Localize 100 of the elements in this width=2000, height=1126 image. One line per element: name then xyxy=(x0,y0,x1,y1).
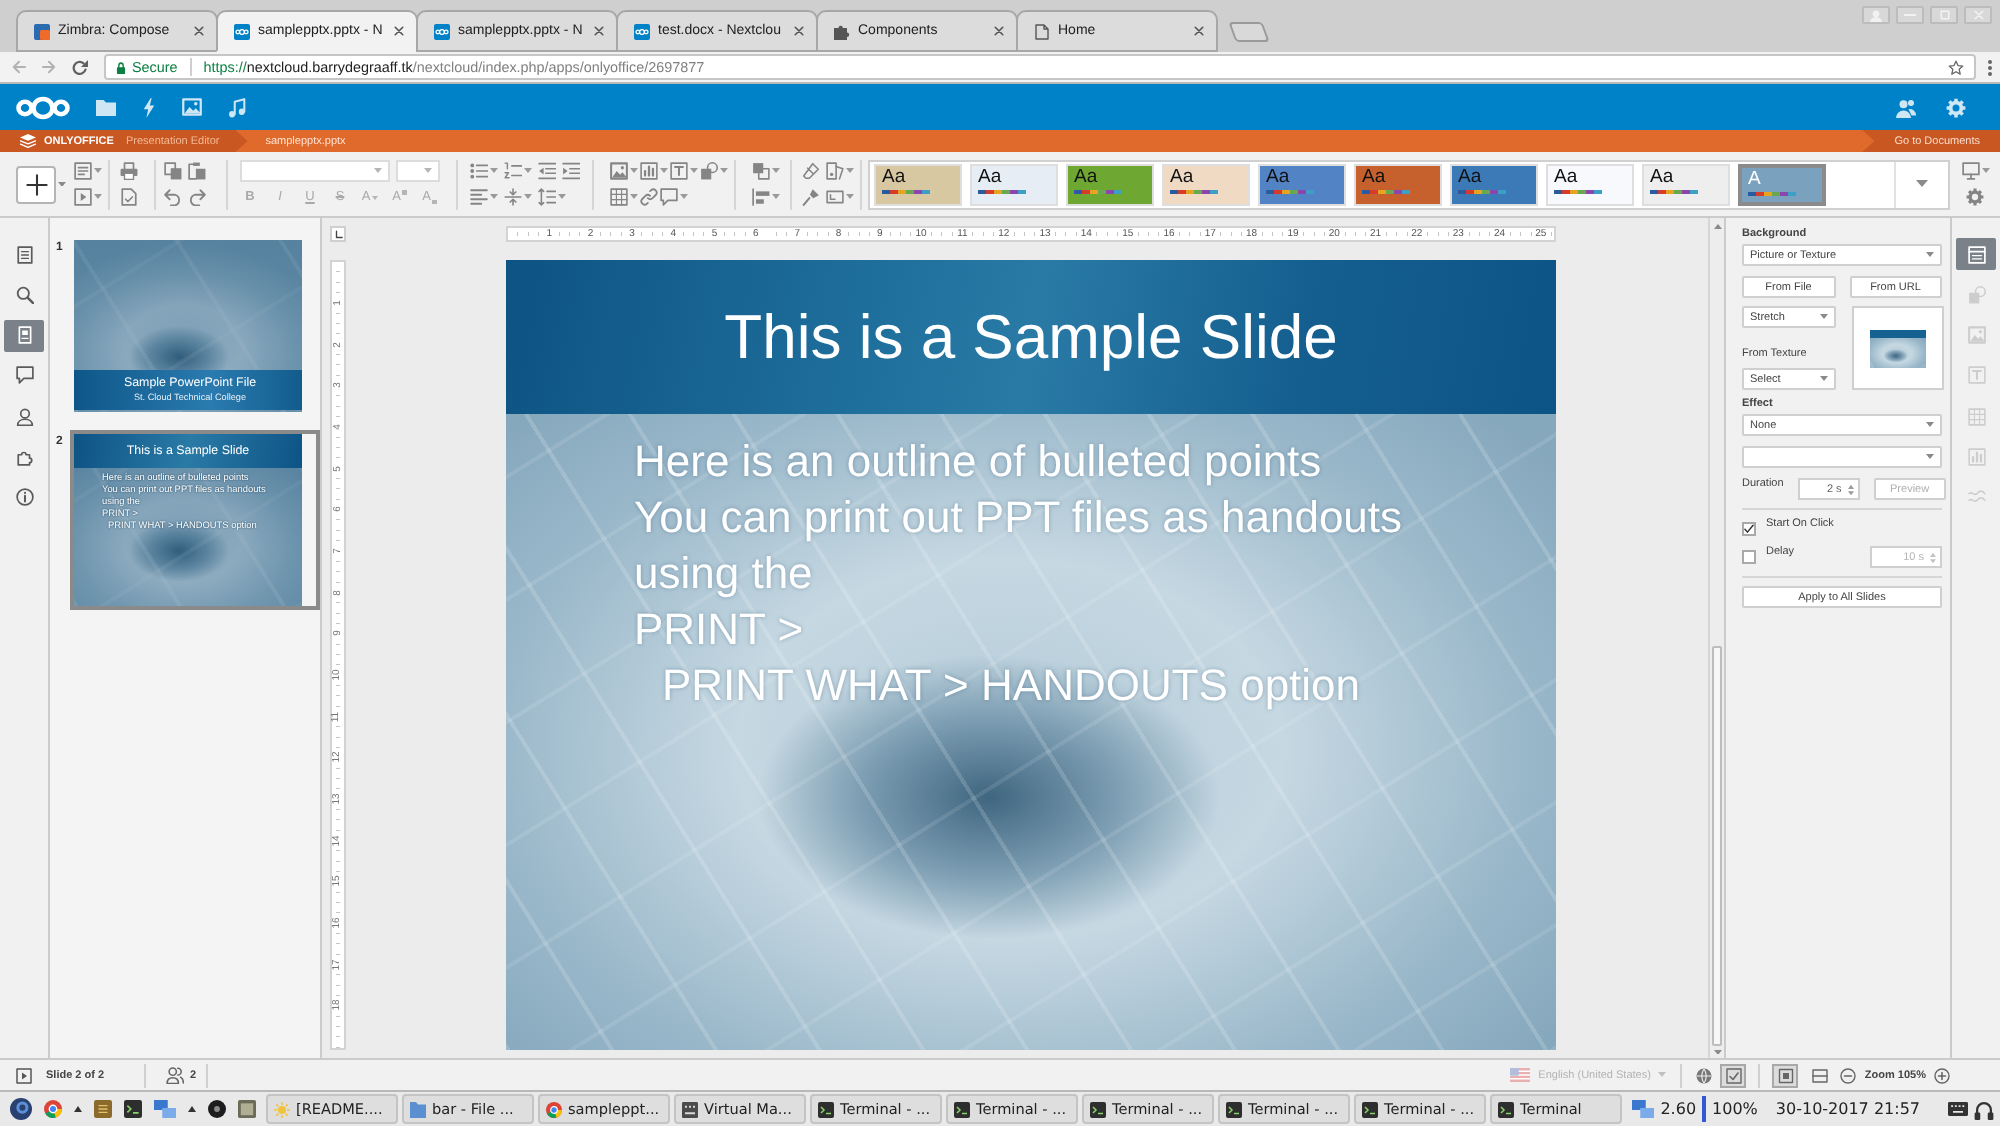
document-icon[interactable] xyxy=(120,188,138,206)
new-tab-button[interactable] xyxy=(1228,22,1270,42)
paste-icon[interactable] xyxy=(188,162,206,180)
folder-icon[interactable] xyxy=(96,99,116,115)
users-icon[interactable] xyxy=(166,1066,185,1084)
disc-icon[interactable] xyxy=(208,1100,226,1118)
theme-thumbnail[interactable]: Aa xyxy=(1258,163,1346,205)
theme-thumbnail[interactable]: Aa xyxy=(1162,163,1250,205)
numbered-list-icon[interactable] xyxy=(504,162,522,180)
theme-thumbnail[interactable]: Aa xyxy=(970,163,1058,205)
fit-width-button[interactable] xyxy=(1806,1063,1833,1087)
maximize-button[interactable] xyxy=(1930,6,1958,24)
browser-icon[interactable] xyxy=(44,1100,62,1118)
minimize-button[interactable] xyxy=(1896,6,1924,24)
close-icon[interactable] xyxy=(394,26,404,36)
link-icon[interactable] xyxy=(640,188,658,206)
clock-label[interactable]: 30-10-2017 21:57 xyxy=(1775,1100,1920,1118)
flag-icon[interactable] xyxy=(1510,1068,1531,1082)
chart-icon[interactable] xyxy=(640,162,658,180)
up-arrow-icon[interactable] xyxy=(74,1106,82,1112)
up-arrow-icon[interactable] xyxy=(188,1106,196,1112)
window-icon[interactable] xyxy=(238,1100,256,1118)
sidebar-tab[interactable] xyxy=(1956,238,1996,270)
zoom-in-icon[interactable] xyxy=(1934,1067,1950,1083)
play-icon[interactable] xyxy=(74,188,92,206)
screens-icon[interactable] xyxy=(154,1100,176,1118)
overlapping-squares-icon[interactable] xyxy=(752,162,770,180)
add-slide-button[interactable] xyxy=(16,165,56,203)
contacts-icon[interactable] xyxy=(1896,97,1916,117)
close-icon[interactable] xyxy=(594,26,604,36)
table-icon[interactable] xyxy=(610,188,628,206)
caret-icon[interactable] xyxy=(58,181,66,187)
image-icon[interactable] xyxy=(610,162,628,180)
layers-logo-icon xyxy=(20,134,36,148)
close-icon[interactable] xyxy=(1194,26,1204,36)
music-icon[interactable] xyxy=(228,97,246,117)
line-spacing-icon[interactable] xyxy=(538,188,556,206)
zoom-out-icon[interactable] xyxy=(1840,1067,1857,1083)
lightning-icon[interactable] xyxy=(142,97,156,117)
scrollbar-thumb[interactable] xyxy=(1712,645,1722,1045)
terminal-icon[interactable] xyxy=(124,1100,142,1118)
caret-icon xyxy=(1926,422,1934,428)
delay-checkbox[interactable] xyxy=(1742,550,1756,564)
theme-thumbnail[interactable]: Aa xyxy=(1450,163,1538,205)
screens-icon[interactable] xyxy=(1632,1100,1655,1118)
start-on-click-checkbox[interactable] xyxy=(1742,522,1756,536)
font-name-field[interactable] xyxy=(240,160,390,182)
fit-slide-button[interactable] xyxy=(1772,1063,1799,1087)
brush-icon[interactable] xyxy=(802,188,820,206)
profile-button[interactable] xyxy=(1862,6,1890,24)
print-icon[interactable] xyxy=(120,162,138,180)
logo-icon[interactable] xyxy=(10,1098,32,1120)
vertical-align-icon[interactable] xyxy=(504,188,522,206)
terminal-icon xyxy=(1498,1101,1514,1117)
caret-icon xyxy=(524,194,532,200)
bullet-list-icon[interactable] xyxy=(470,162,488,180)
caret-icon xyxy=(374,168,382,174)
logo-icon[interactable] xyxy=(16,95,70,119)
settings-icon[interactable] xyxy=(1966,188,1984,206)
caret-icon xyxy=(1820,376,1828,382)
lines-box-icon[interactable] xyxy=(74,162,92,180)
caret-icon[interactable] xyxy=(1713,1049,1721,1054)
monitor-icon[interactable] xyxy=(1961,162,1979,180)
globe-icon[interactable] xyxy=(1696,1067,1713,1083)
theme-thumbnail[interactable]: Aa xyxy=(1546,163,1634,205)
play-icon[interactable] xyxy=(16,1067,32,1083)
theme-thumbnail[interactable]: Aa xyxy=(1642,163,1730,205)
shapes-icon[interactable] xyxy=(700,162,718,180)
star-icon[interactable] xyxy=(1948,59,1964,75)
puzzle-icon xyxy=(15,447,33,466)
redo-icon[interactable] xyxy=(188,188,206,206)
panel-icon xyxy=(1967,245,1985,263)
align-bars-icon[interactable] xyxy=(752,188,770,206)
rectangle-corner-icon[interactable] xyxy=(826,188,844,206)
sidebar-tab[interactable] xyxy=(4,319,44,352)
align-left-icon[interactable] xyxy=(470,188,488,206)
ruler-corner[interactable] xyxy=(330,226,346,242)
notebook-icon[interactable] xyxy=(94,1100,112,1118)
close-icon[interactable] xyxy=(794,26,804,36)
close-icon[interactable] xyxy=(194,26,204,36)
text-box-icon[interactable] xyxy=(670,162,688,180)
caret-icon xyxy=(720,168,728,174)
copy-icon[interactable] xyxy=(164,162,182,180)
indent-icon[interactable] xyxy=(562,162,580,180)
swatch-cards-icon[interactable] xyxy=(826,162,844,180)
font-size-field[interactable] xyxy=(396,160,440,182)
spellcheck-button[interactable] xyxy=(1720,1063,1747,1087)
caret-up-icon[interactable] xyxy=(1713,224,1721,229)
undo-icon[interactable] xyxy=(164,188,182,206)
search-icon xyxy=(15,285,33,304)
comment-icon[interactable] xyxy=(660,188,678,206)
theme-thumbnail[interactable]: Aa xyxy=(1354,163,1442,205)
eraser-icon[interactable] xyxy=(802,162,820,180)
theme-thumbnail[interactable]: Aa xyxy=(1066,163,1154,205)
headphones-icon[interactable] xyxy=(1974,1099,1994,1119)
outdent-icon[interactable] xyxy=(538,162,556,180)
theme-thumbnail[interactable]: Aa xyxy=(874,163,962,205)
keyboard-icon[interactable] xyxy=(1948,1102,1968,1116)
close-icon[interactable] xyxy=(994,26,1004,36)
close-button[interactable] xyxy=(1964,6,1992,24)
